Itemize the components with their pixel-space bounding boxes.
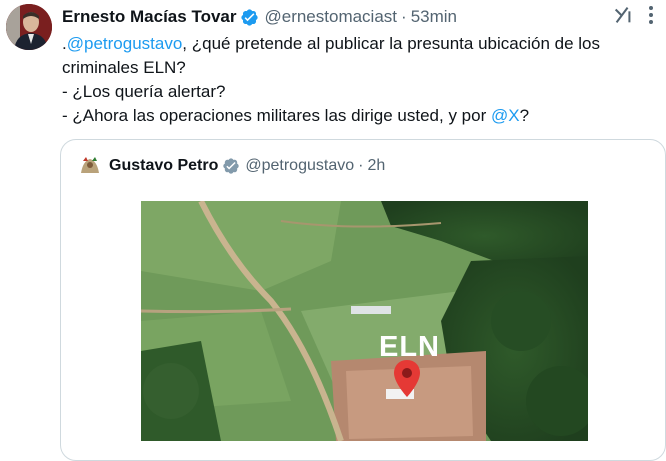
location-pin-icon	[392, 359, 422, 399]
tweet-header: Ernesto Macías Tovar @ernestomaciast · 5…	[62, 6, 606, 28]
satellite-map-image[interactable]: ELN	[141, 201, 588, 441]
timestamp[interactable]: 53min	[411, 7, 457, 27]
tweet-line-3: - ¿Ahora las operaciones militares las d…	[62, 104, 652, 128]
grok-icon[interactable]	[612, 4, 634, 26]
author-handle[interactable]: @ernestomaciast	[264, 7, 397, 27]
more-icon[interactable]	[638, 2, 664, 28]
quoted-tweet-card[interactable]: Gustavo Petro @petrogustavo · 2h ELN	[60, 139, 666, 461]
quote-author-name[interactable]: Gustavo Petro	[109, 157, 218, 175]
author-name[interactable]: Ernesto Macías Tovar	[62, 7, 236, 27]
separator-dot: ·	[401, 7, 407, 26]
tweet-line-1: .@petrogustavo, ¿qué pretende al publica…	[62, 32, 652, 80]
text-suffix: ?	[519, 106, 530, 125]
quote-header: Gustavo Petro @petrogustavo · 2h	[77, 153, 385, 179]
mention-x[interactable]: @X	[491, 106, 520, 125]
verified-grey-badge-icon	[222, 157, 240, 175]
text-segment: - ¿Ahora las operaciones militares las d…	[62, 106, 491, 125]
mention-petrogustavo[interactable]: @petrogustavo	[67, 34, 183, 53]
separator-dot: ·	[358, 157, 364, 174]
quote-author-handle[interactable]: @petrogustavo	[245, 157, 354, 175]
verified-badge-icon	[240, 8, 259, 27]
author-avatar[interactable]	[6, 4, 52, 50]
tweet-text: .@petrogustavo, ¿qué pretende al publica…	[62, 32, 652, 128]
tweet-line-2: - ¿Los quería alertar?	[62, 82, 226, 101]
quote-author-avatar[interactable]	[77, 153, 103, 179]
quote-timestamp[interactable]: 2h	[367, 157, 385, 175]
